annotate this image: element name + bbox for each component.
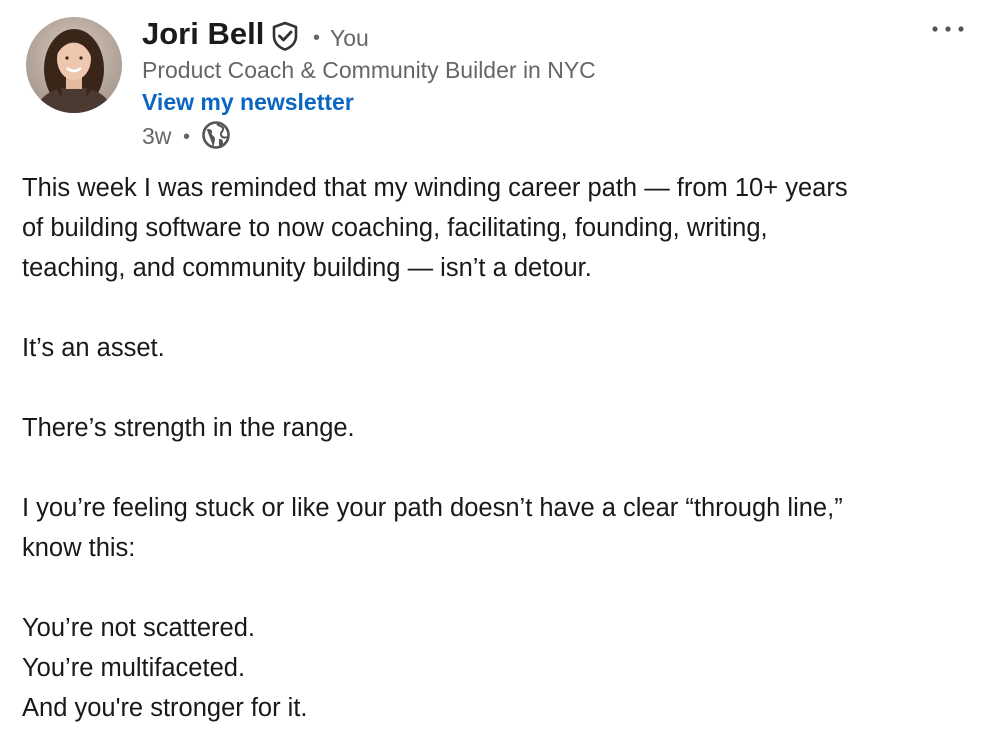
avatar-photo — [26, 17, 122, 113]
author-avatar[interactable] — [26, 17, 122, 113]
relation-label: You — [330, 25, 369, 51]
post-timestamp: 3w — [142, 123, 172, 149]
verified-shield-icon[interactable] — [271, 21, 299, 51]
view-newsletter-link[interactable]: View my newsletter — [142, 88, 354, 116]
post-paragraph: There’s strength in the range. — [22, 414, 355, 442]
post-body: This week I was reminded that my winding… — [22, 168, 972, 728]
post-paragraph: You’re not scattered. You’re multifacete… — [22, 614, 308, 722]
feed-post: Jori Bell • You Product Coach & Communit… — [0, 0, 992, 742]
post-paragraph: This week I was reminded that my winding… — [22, 174, 848, 282]
author-headline: Product Coach & Community Builder in NYC — [142, 57, 596, 83]
globe-icon — [201, 120, 231, 150]
post-paragraph: I you’re feeling stuck or like your path… — [22, 494, 843, 562]
separator-dot: • — [313, 27, 321, 49]
post-paragraph: It’s an asset. — [22, 334, 165, 362]
author-name[interactable]: Jori Bell — [142, 14, 264, 54]
more-horizontal-icon[interactable] — [926, 14, 970, 44]
separator-dot: • — [183, 126, 191, 148]
